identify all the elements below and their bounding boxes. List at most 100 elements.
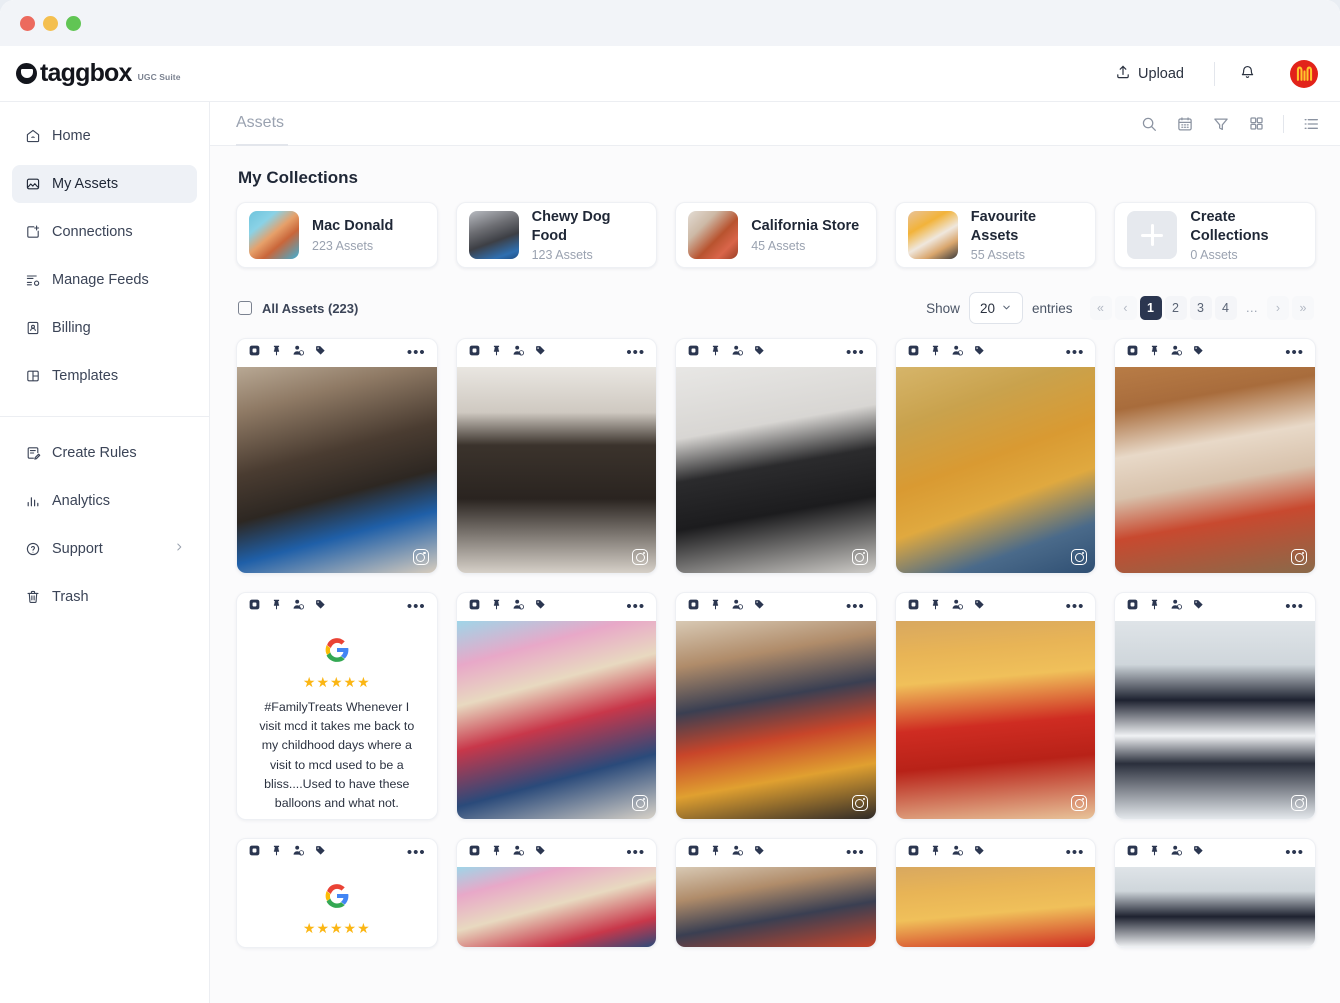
page-button-3[interactable]: 3 xyxy=(1189,296,1212,320)
filter-icon[interactable] xyxy=(1212,115,1230,133)
collection-card-favourite-assets[interactable]: Favourite Assets 55 Assets xyxy=(894,202,1097,268)
asset-card[interactable]: ••• xyxy=(1114,838,1316,948)
asset-card-menu-button[interactable]: ••• xyxy=(626,599,645,614)
assign-user-icon[interactable] xyxy=(1170,344,1183,362)
asset-image-dog-eating-chewy-food[interactable] xyxy=(237,367,437,573)
pin-icon[interactable] xyxy=(1148,344,1161,362)
sidebar-item-analytics[interactable]: Analytics xyxy=(12,482,197,520)
select-icon[interactable] xyxy=(687,844,700,862)
tag-icon[interactable] xyxy=(973,344,986,362)
assign-user-icon[interactable] xyxy=(292,344,305,362)
avatar[interactable] xyxy=(1290,59,1318,88)
tag-icon[interactable] xyxy=(753,844,766,862)
page-button-4[interactable]: 4 xyxy=(1214,296,1237,320)
asset-card-menu-button[interactable]: ••• xyxy=(407,345,426,360)
asset-card[interactable]: ••• xyxy=(894,338,1097,574)
asset-card[interactable]: ••• xyxy=(675,838,877,948)
asset-card-menu-button[interactable]: ••• xyxy=(1066,599,1085,614)
pin-icon[interactable] xyxy=(270,844,283,862)
assign-user-icon[interactable] xyxy=(951,598,964,616)
assign-user-icon[interactable] xyxy=(1170,844,1183,862)
asset-image-flat-white-mccafe-cup-snow[interactable] xyxy=(1115,621,1315,819)
select-icon[interactable] xyxy=(468,344,481,362)
tab-assets[interactable]: Assets xyxy=(236,102,289,146)
asset-card-menu-button[interactable]: ••• xyxy=(626,845,645,860)
assign-user-icon[interactable] xyxy=(951,344,964,362)
search-icon[interactable] xyxy=(1140,115,1158,133)
tag-icon[interactable] xyxy=(753,598,766,616)
create-collections-button[interactable]: Create Collections 0 Assets xyxy=(1114,202,1316,268)
asset-review-content[interactable]: ★★★★★ #FamilyTreats Whenever I visit mcd… xyxy=(237,621,437,819)
select-icon[interactable] xyxy=(1126,344,1139,362)
sidebar-item-billing[interactable]: Billing xyxy=(12,309,197,347)
pin-icon[interactable] xyxy=(929,344,942,362)
sidebar-item-manage-feeds[interactable]: Manage Feeds xyxy=(12,261,197,299)
asset-card[interactable]: ••• xyxy=(455,592,658,820)
pin-icon[interactable] xyxy=(490,844,503,862)
asset-card-menu-button[interactable]: ••• xyxy=(1066,845,1085,860)
pin-icon[interactable] xyxy=(490,598,503,616)
asset-image-dog-at-kitchen-counter-bowl[interactable] xyxy=(456,367,657,573)
tag-icon[interactable] xyxy=(314,844,327,862)
tag-icon[interactable] xyxy=(1192,344,1205,362)
asset-card-menu-button[interactable]: ••• xyxy=(1285,345,1304,360)
select-icon[interactable] xyxy=(248,598,261,616)
asset-image-yellow-backpack-field[interactable] xyxy=(895,367,1096,573)
collection-card-chewy-dog-food[interactable]: Chewy Dog Food 123 Assets xyxy=(455,202,658,268)
tag-icon[interactable] xyxy=(753,344,766,362)
tag-icon[interactable] xyxy=(1192,844,1205,862)
collection-card-california-store[interactable]: California Store 45 Assets xyxy=(675,202,877,268)
window-minimize-button[interactable] xyxy=(43,15,58,31)
asset-card[interactable]: ••• xyxy=(894,592,1097,820)
assign-user-icon[interactable] xyxy=(292,844,305,862)
select-all-assets[interactable]: All Assets (223) xyxy=(238,301,358,316)
asset-card[interactable]: ••• xyxy=(1114,338,1316,574)
collection-card-mac-donald[interactable]: Mac Donald 223 Assets xyxy=(236,202,438,268)
tag-icon[interactable] xyxy=(534,598,547,616)
tag-icon[interactable] xyxy=(314,598,327,616)
select-all-checkbox[interactable] xyxy=(238,301,252,315)
asset-image-couple-eating-burgers[interactable] xyxy=(1115,367,1315,573)
pin-icon[interactable] xyxy=(1148,844,1161,862)
notifications-button[interactable] xyxy=(1233,60,1262,88)
asset-card[interactable]: ••• xyxy=(894,838,1097,948)
page-prev-button[interactable]: ‹ xyxy=(1114,296,1137,320)
pin-icon[interactable] xyxy=(929,598,942,616)
asset-image-woman-exercising-gym[interactable] xyxy=(676,367,876,573)
page-button-2[interactable]: 2 xyxy=(1164,296,1187,320)
asset-image-hand-holding-mcdonalds-fries[interactable] xyxy=(895,867,1096,947)
assign-user-icon[interactable] xyxy=(1170,598,1183,616)
page-first-button[interactable]: « xyxy=(1089,296,1112,320)
page-button-1[interactable]: 1 xyxy=(1139,296,1162,320)
list-view-icon[interactable] xyxy=(1302,115,1320,133)
sidebar-item-templates[interactable]: Templates xyxy=(12,357,197,395)
assign-user-icon[interactable] xyxy=(731,844,744,862)
pin-icon[interactable] xyxy=(270,598,283,616)
asset-image-couple-with-mcdonalds-drinks[interactable] xyxy=(456,621,657,819)
tag-icon[interactable] xyxy=(534,844,547,862)
assign-user-icon[interactable] xyxy=(512,344,525,362)
select-icon[interactable] xyxy=(248,844,261,862)
pin-icon[interactable] xyxy=(1148,598,1161,616)
asset-card[interactable]: ••• xyxy=(675,592,877,820)
asset-image-couple-with-mcdonalds-drinks[interactable] xyxy=(456,867,657,947)
select-icon[interactable] xyxy=(248,344,261,362)
asset-card-menu-button[interactable]: ••• xyxy=(1285,845,1304,860)
asset-card[interactable]: ••• xyxy=(455,838,658,948)
brand-logo[interactable]: taggbox UGC Suite xyxy=(16,61,181,86)
pin-icon[interactable] xyxy=(929,844,942,862)
grid-view-icon[interactable] xyxy=(1248,115,1265,132)
sidebar-item-create-rules[interactable]: Create Rules xyxy=(12,434,197,472)
asset-card-menu-button[interactable]: ••• xyxy=(846,345,865,360)
pin-icon[interactable] xyxy=(709,598,722,616)
pin-icon[interactable] xyxy=(490,344,503,362)
tag-icon[interactable] xyxy=(973,844,986,862)
pin-icon[interactable] xyxy=(709,344,722,362)
asset-card[interactable]: ••• xyxy=(236,338,438,574)
tag-icon[interactable] xyxy=(973,598,986,616)
page-size-select[interactable]: 20 xyxy=(968,292,1023,324)
sidebar-item-home[interactable]: Home xyxy=(12,117,197,155)
asset-review-content[interactable]: ★★★★★ xyxy=(237,867,437,947)
tag-icon[interactable] xyxy=(1192,598,1205,616)
select-icon[interactable] xyxy=(907,598,920,616)
